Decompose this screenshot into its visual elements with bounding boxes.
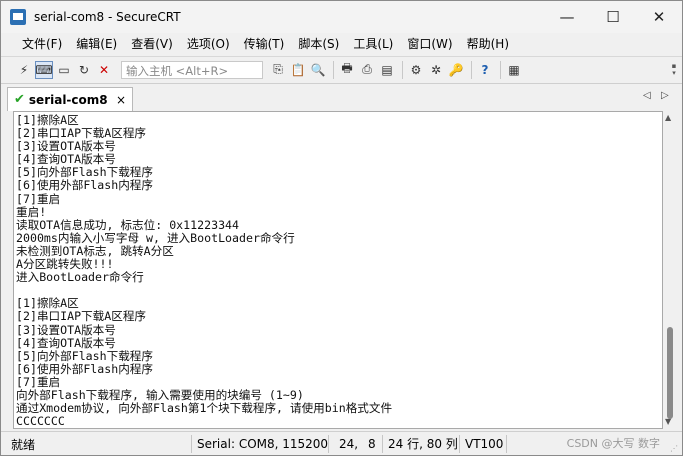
terminal-line: 重启! <box>16 204 47 219</box>
menu-options[interactable]: 选项(O) <box>180 33 237 55</box>
scrollbar-thumb[interactable] <box>667 327 673 419</box>
paste-icon[interactable]: 📋 <box>289 61 307 79</box>
tab-next-icon[interactable]: ▷ <box>661 90 669 101</box>
tab-serial-com8[interactable]: ✔ serial-com8 × <box>7 87 133 111</box>
terminal-area[interactable]: [1]擦除A区 [2]串口IAP下载A区程序 [3]设置OTA版本号 [4]查询OTA… <box>13 111 663 429</box>
terminal-line: CCCCCCC <box>16 414 65 429</box>
window-controls: — ☐ ✕ <box>544 1 682 33</box>
quick-connect-input[interactable]: 输入主机 <Alt+R> <box>121 60 263 79</box>
status-bar: 就绪 Serial: COM8, 115200 24, 8 24 行, 80 列… <box>1 431 682 456</box>
securecrt-app-icon <box>10 9 26 25</box>
status-connection: Serial: COM8, 115200 <box>197 437 329 451</box>
terminal-line: [2]串口IAP下载A区程序 <box>16 309 147 324</box>
status-divider <box>382 435 383 453</box>
securecrt-window: serial-com8 - SecureCRT — ☐ ✕ 文件(F) 编辑(E… <box>0 0 683 456</box>
terminal-scrollbar[interactable]: ▲ ▼ <box>663 111 677 429</box>
title-bar[interactable]: serial-com8 - SecureCRT — ☐ ✕ <box>1 1 682 33</box>
help-icon[interactable]: ? <box>476 61 494 79</box>
resize-grip-icon[interactable]: ⋰ <box>670 444 680 454</box>
watermark-text: CSDN @大写 数字 <box>566 437 660 450</box>
toolbar-overflow-icon[interactable]: ▪ ▾ <box>670 63 678 77</box>
terminal-line: [7]重启 <box>16 374 61 389</box>
menu-help[interactable]: 帮助(H) <box>460 33 516 55</box>
terminal-line: [7]重启 <box>16 191 61 206</box>
reconnect-icon[interactable]: ↻ <box>75 61 93 79</box>
terminal-line: [4]查询OTA版本号 <box>16 335 116 350</box>
status-divider <box>191 435 192 453</box>
status-emulation: VT100 <box>465 437 504 451</box>
keymap-icon[interactable]: 🔑 <box>447 61 465 79</box>
maximize-button[interactable]: ☐ <box>590 1 636 33</box>
connect-tab-icon[interactable]: ▭ <box>55 61 73 79</box>
tab-close-icon[interactable]: × <box>116 93 126 107</box>
menu-tools[interactable]: 工具(L) <box>346 33 400 55</box>
toolbar-separator <box>500 60 501 79</box>
quick-connect-icon[interactable]: ⌨ <box>35 60 53 79</box>
status-terminal-size: 24 行, 80 列 <box>388 437 458 451</box>
terminal-line: 2000ms内输入小写字母 w, 进入BootLoader命令行 <box>16 230 295 245</box>
global-options-icon[interactable]: ✲ <box>427 61 445 79</box>
tab-prev-icon[interactable]: ◁ <box>643 90 651 101</box>
toolbar-separator <box>402 60 403 79</box>
terminal-line: [6]使用外部Flash内程序 <box>16 178 153 193</box>
tab-bar: ✔ serial-com8 × ◁ ▷ <box>1 83 682 112</box>
status-divider <box>506 435 507 453</box>
menu-file[interactable]: 文件(F) <box>15 33 69 55</box>
scroll-down-icon[interactable]: ▼ <box>665 417 671 426</box>
tab-label: serial-com8 <box>28 92 108 107</box>
connected-check-icon: ✔ <box>14 92 25 107</box>
find-icon[interactable]: 🔍 <box>309 61 327 79</box>
print-setup-icon[interactable]: ⎙ <box>358 61 376 79</box>
menu-view[interactable]: 查看(V) <box>124 33 180 55</box>
terminal-line: [6]使用外部Flash内程序 <box>16 361 153 376</box>
menu-window[interactable]: 窗口(W) <box>400 33 459 55</box>
menu-bar: 文件(F) 编辑(E) 查看(V) 选项(O) 传输(T) 脚本(S) 工具(L… <box>1 33 682 55</box>
print-icon[interactable]: 🖶 <box>338 61 356 79</box>
log-session-icon[interactable]: ▤ <box>378 61 396 79</box>
connect-icon[interactable]: ⚡ <box>15 61 33 79</box>
terminal-output: [1]擦除A区 [2]串口IAP下载A区程序 [3]设置OTA版本号 [4]查询OTA… <box>16 113 393 429</box>
sftp-icon[interactable]: ▦ <box>505 61 523 79</box>
disconnect-icon[interactable]: ✕ <box>95 61 113 79</box>
status-divider <box>459 435 460 453</box>
scroll-up-icon[interactable]: ▲ <box>665 113 671 122</box>
status-cursor-row: 24, <box>339 437 359 451</box>
terminal-line: [3]设置OTA版本号 <box>16 322 116 337</box>
terminal-line: 通过Xmodem协议, 向外部Flash第1个块下载程序, 请使用bin格式文件 <box>16 401 393 416</box>
session-options-icon[interactable]: ⚙ <box>407 61 425 79</box>
menu-transfer[interactable]: 传输(T) <box>237 33 292 55</box>
toolbar-separator <box>333 60 334 79</box>
copy-icon[interactable]: ⎘ <box>269 61 287 79</box>
status-cursor-col: 8 <box>368 437 376 451</box>
terminal-line: 进入BootLoader命令行 <box>16 270 144 285</box>
menu-script[interactable]: 脚本(S) <box>291 33 346 55</box>
terminal-line: 读取OTA信息成功, 标志位: 0x11223344 <box>16 217 240 232</box>
status-ready: 就绪 <box>11 437 36 452</box>
toolbar: ⚡ ⌨ ▭ ↻ ✕ 输入主机 <Alt+R> ⎘ 📋 🔍 🖶 ⎙ ▤ ⚙ ✲ 🔑… <box>1 56 682 82</box>
close-button[interactable]: ✕ <box>636 1 682 33</box>
minimize-button[interactable]: — <box>544 1 590 33</box>
toolbar-separator <box>471 60 472 79</box>
terminal-line: [5]向外部Flash下载程序 <box>16 348 153 363</box>
window-title: serial-com8 - SecureCRT <box>34 10 181 24</box>
status-divider <box>328 435 329 453</box>
menu-edit[interactable]: 编辑(E) <box>69 33 124 55</box>
